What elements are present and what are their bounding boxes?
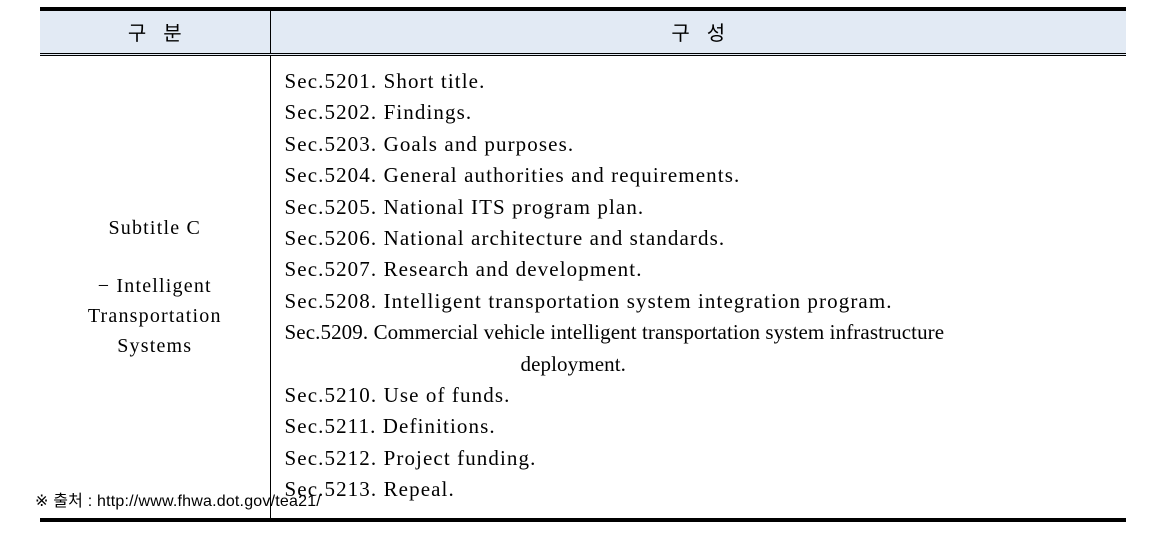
column-header-composition-label: 구 성 bbox=[671, 23, 732, 45]
list-item: Sec.5207. Research and development. bbox=[284, 257, 643, 282]
section-list: Sec.5201. Short title. Sec.5202. Finding… bbox=[285, 66, 1127, 506]
cell-composition: Sec.5201. Short title. Sec.5202. Finding… bbox=[270, 54, 1127, 522]
list-item-text: Sec.5209. Commercial vehicle intelligent… bbox=[284, 320, 945, 345]
column-header-division: 구 분 bbox=[40, 7, 271, 56]
division-spacer bbox=[48, 243, 262, 271]
list-item: Sec.5208. Intelligent transportation sys… bbox=[284, 288, 893, 313]
list-item: Sec.5203. Goals and purposes. bbox=[284, 131, 575, 156]
list-item: Sec.5209. Commercial vehicle intelligent… bbox=[285, 317, 1127, 380]
list-item: Sec.5205. National ITS program plan. bbox=[284, 194, 645, 219]
division-subtitle: − Intelligent Transportation Systems bbox=[87, 274, 222, 357]
table-row: Subtitle C − Intelligent Transportation … bbox=[40, 54, 1127, 522]
list-item: Sec.5204. General authorities and requir… bbox=[284, 163, 741, 188]
source-footnote: ※ 출처 : http://www.fhwa.dot.gov/tea21/ bbox=[35, 493, 321, 510]
table-body: Subtitle C − Intelligent Transportation … bbox=[40, 54, 1127, 522]
column-header-composition: 구 성 bbox=[270, 7, 1126, 56]
column-header-division-label: 구 분 bbox=[127, 23, 188, 45]
list-item: Sec.5210. Use of funds. bbox=[284, 383, 511, 408]
list-item: Sec.5202. Findings. bbox=[284, 100, 473, 125]
list-item: Sec.5211. Definitions. bbox=[284, 414, 496, 439]
table-header-row: 구 분 구 성 bbox=[40, 7, 1126, 56]
list-item: Sec.5201. Short title. bbox=[284, 69, 486, 93]
division-title: Subtitle C bbox=[108, 216, 202, 239]
list-item: Sec.5212. Project funding. bbox=[284, 445, 537, 470]
table-header: 구 분 구 성 bbox=[40, 7, 1126, 56]
cell-division: Subtitle C − Intelligent Transportation … bbox=[40, 54, 271, 522]
list-item: Sec.5213. Repeal. bbox=[284, 477, 455, 502]
list-item-continuation: deployment. bbox=[520, 351, 626, 376]
list-item: Sec.5206. National architecture and stan… bbox=[284, 226, 726, 251]
its-subtitle-table: 구 분 구 성 Subtitle C − Intelligent Transpo… bbox=[40, 7, 1126, 522]
document-page: 구 분 구 성 Subtitle C − Intelligent Transpo… bbox=[0, 0, 1159, 533]
